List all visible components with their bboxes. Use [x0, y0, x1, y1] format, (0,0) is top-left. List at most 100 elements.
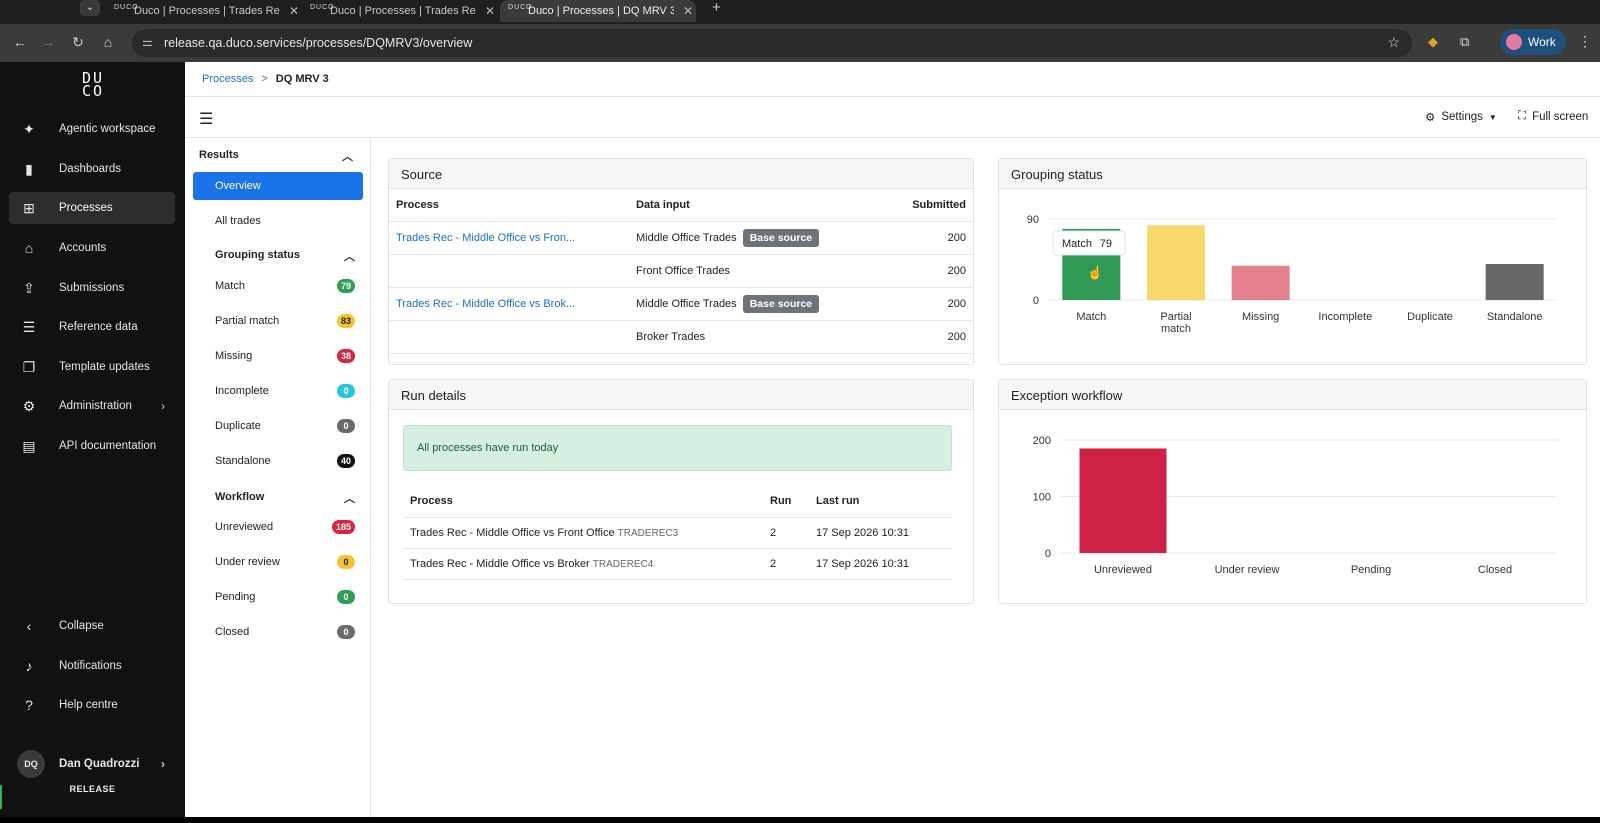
profile-button[interactable]: Work — [1500, 29, 1566, 55]
profile-label: Work — [1528, 35, 1556, 49]
process-code: TRADEREC3 — [617, 527, 679, 539]
data-input-label: Middle Office Trades — [636, 297, 737, 310]
process-link[interactable]: Trades Rec - Middle Office vs Fron... — [396, 232, 575, 244]
x-tick-label: Match — [1076, 311, 1106, 323]
y-tick-label: 0 — [1033, 295, 1039, 307]
subnav-item-label: Duplicate — [215, 420, 261, 432]
subnav-overview[interactable]: Overview — [193, 172, 363, 200]
table-row: Trades Rec - Middle Office vs Front Offi… — [403, 517, 952, 549]
bookmark-star-icon[interactable]: ☆ — [1387, 34, 1400, 51]
sidebar-item-submissions[interactable]: ⇪ Submissions — [9, 272, 175, 304]
back-icon[interactable]: ← — [10, 34, 30, 50]
count-badge: 0 — [337, 384, 355, 398]
bar-partial-match[interactable] — [1147, 225, 1205, 300]
document-icon: ❐ — [22, 358, 36, 375]
subnav-partial-match[interactable]: Partial match 83 — [193, 307, 363, 335]
process-name: Trades Rec - Middle Office vs Front Offi… — [410, 526, 615, 539]
gear-icon: ⚙ — [1425, 112, 1436, 124]
bar-unreviewed[interactable] — [1079, 448, 1167, 553]
tooltip-value: 79 — [1100, 238, 1112, 250]
list-icon: ☰ — [22, 318, 36, 335]
subnav-all-trades[interactable]: All trades — [193, 207, 363, 235]
address-bar[interactable]: ⚌ release.qa.duco.services/processes/DQM… — [132, 29, 1412, 57]
sidebar-item-api-documentation[interactable]: ▤ API documentation — [9, 430, 175, 462]
duco-logo[interactable]: DUCO — [78, 71, 108, 99]
run-details-card: Run details All processes have run today… — [388, 379, 974, 604]
sidebar-item-notifications[interactable]: ♪ Notifications — [9, 650, 175, 682]
sidebar-item-administration[interactable]: ⚙ Administration › — [9, 390, 175, 422]
results-section-header[interactable]: Results ︿ — [199, 149, 353, 163]
subnav-pending[interactable]: Pending 0 — [193, 583, 363, 611]
subnav-match[interactable]: Match 79 — [193, 272, 363, 300]
y-tick-label: 0 — [1045, 548, 1051, 560]
sidebar-item-label: Help centre — [59, 699, 118, 711]
table-row: Trades Rec - Middle Office vs Brok... Mid… — [389, 287, 973, 321]
subnav-unreviewed[interactable]: Unreviewed 185 — [193, 513, 363, 541]
extension-icon[interactable]: ◆ — [1428, 34, 1438, 50]
subnav-duplicate[interactable]: Duplicate 0 — [193, 412, 363, 440]
subnav-missing[interactable]: Missing 38 — [193, 342, 363, 370]
subnav-standalone[interactable]: Standalone 40 — [193, 447, 363, 475]
divider — [185, 96, 1600, 97]
subnav-item-label: Closed — [215, 626, 250, 638]
breadcrumb: Processes > DQ MRV 3 — [202, 73, 329, 85]
breadcrumb-processes-link[interactable]: Processes — [202, 73, 253, 85]
subnav-item-label: Missing — [215, 350, 253, 362]
subnav-item-label: Partial match — [215, 315, 280, 327]
tab-close-icon[interactable]: ✕ — [286, 4, 302, 18]
subnav-under-review[interactable]: Under review 0 — [193, 548, 363, 576]
new-tab-icon[interactable]: + — [712, 0, 721, 16]
subnav-closed[interactable]: Closed 0 — [193, 618, 363, 646]
url-text[interactable]: release.qa.duco.services/processes/DQMRV… — [164, 36, 472, 50]
sidebar-item-accounts[interactable]: ⌂ Accounts — [9, 232, 175, 264]
count-badge: 0 — [337, 625, 355, 639]
reload-icon[interactable]: ↻ — [68, 34, 88, 51]
browser-menu-icon[interactable]: ⋮ — [1578, 33, 1592, 50]
source-card: Source Process Data input Submitted Trad… — [388, 158, 974, 365]
column-header: Process — [389, 189, 629, 222]
settings-dropdown[interactable]: ⚙ Settings ▼ — [1425, 110, 1497, 124]
home-icon[interactable]: ⌂ — [98, 34, 118, 50]
sidebar-item-template-updates[interactable]: ❐ Template updates — [9, 351, 175, 383]
run-details-table: Process Run Last run Trades Rec - Middle… — [403, 485, 952, 580]
browser-tab[interactable]: DUCO Duco | Processes | Trades Rec ✕ — [302, 0, 498, 22]
grouping-status-header[interactable]: Grouping status ︿ — [215, 249, 355, 263]
subnav-item-label: Under review — [215, 556, 280, 568]
process-link[interactable]: Trades Rec - Middle Office vs Brok... — [396, 298, 575, 310]
bell-icon: ♪ — [25, 658, 33, 674]
tooltip-label: Match — [1062, 238, 1092, 250]
data-input-cell: Broker Trades — [629, 320, 885, 354]
x-tick-label: Pending — [1351, 564, 1391, 576]
divider — [185, 137, 1600, 138]
hamburger-menu-icon[interactable]: ☰ — [199, 109, 213, 129]
data-input-label: Broker Trades — [636, 330, 706, 343]
user-avatar: DQ — [17, 750, 45, 778]
x-tick-label: Standalone — [1487, 311, 1543, 323]
subnav-incomplete[interactable]: Incomplete 0 — [193, 377, 363, 405]
sidebar-item-reference-data[interactable]: ☰ Reference data — [9, 311, 175, 343]
site-info-icon[interactable]: ⚌ — [142, 35, 153, 49]
bar-standalone[interactable] — [1485, 264, 1544, 300]
tab-close-icon[interactable]: ✕ — [482, 4, 498, 18]
forward-icon[interactable]: → — [38, 34, 58, 50]
browser-tab-active[interactable]: DUCO Duco | Processes | DQ MRV 3 ✕ — [500, 0, 696, 22]
workflow-header[interactable]: Workflow ︿ — [215, 491, 355, 505]
sidebar-item-dashboards[interactable]: ▮ Dashboards — [9, 153, 175, 185]
tab-close-icon[interactable]: ✕ — [680, 4, 696, 18]
exception-workflow-chart: 0 100 200 Unreviewed Under review Pending Clos… — [1033, 435, 1557, 576]
browser-tab[interactable]: DUCO Duco | Processes | Trades Rec ✕ — [106, 0, 302, 22]
sidebar-item-help-centre[interactable]: ? Help centre — [9, 689, 175, 721]
tab-search-button[interactable]: ⌄ — [80, 0, 100, 16]
y-tick-label: 90 — [1027, 214, 1039, 226]
bar-missing[interactable] — [1231, 265, 1290, 300]
count-badge: 38 — [336, 349, 355, 363]
fullscreen-button[interactable]: ⛶ Full screen — [1518, 110, 1588, 123]
count-badge: 40 — [336, 454, 355, 468]
sidebar-item-collapse[interactable]: ‹ Collapse — [9, 610, 175, 642]
tab-title: Duco | Processes | DQ MRV 3 — [528, 5, 674, 17]
extensions-puzzle-icon[interactable]: ⧉ — [1460, 34, 1469, 50]
sidebar-item-processes[interactable]: ⊞ Processes — [9, 192, 175, 224]
user-menu[interactable]: DQ Dan Quadrozzi › — [9, 748, 175, 780]
sidebar-item-agentic-workspace[interactable]: ✦ Agentic workspace — [9, 113, 175, 145]
submitted-cell: 200 — [884, 254, 973, 288]
